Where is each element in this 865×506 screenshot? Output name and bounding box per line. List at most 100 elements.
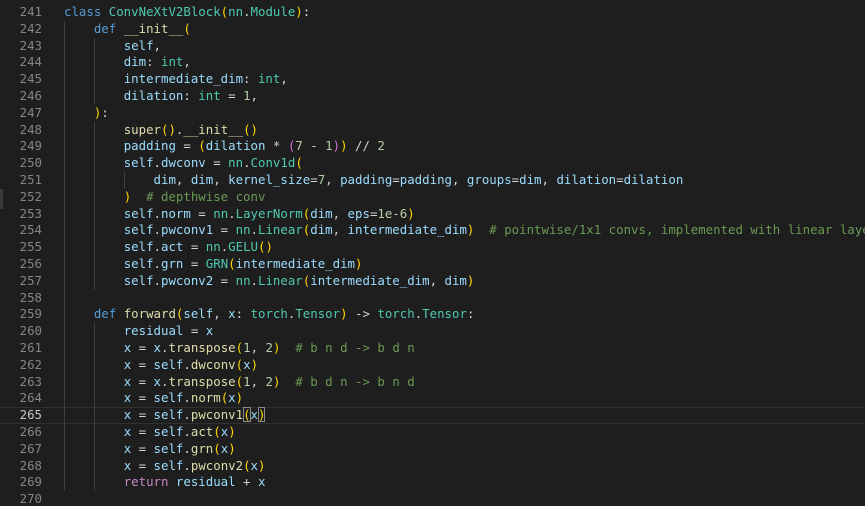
line-number: 243 [19, 37, 42, 53]
code-line[interactable]: 268 x = self.pwconv2(x) [0, 458, 865, 475]
code-token: = [616, 172, 624, 187]
code-line[interactable]: 256 self.grn = GRN(intermediate_dim) [0, 256, 865, 273]
code-token: ( [235, 373, 244, 389]
code-token: x [250, 457, 259, 473]
code-token: GRN [205, 256, 229, 271]
code-token: , [250, 340, 266, 355]
code-text[interactable]: self.pwconv2 = nn.Linear(intermediate_di… [64, 272, 475, 290]
code-line[interactable]: 270 [0, 491, 865, 506]
code-token: , [175, 172, 191, 187]
code-line[interactable]: 243 self, [0, 38, 865, 55]
code-token: self [153, 390, 184, 406]
code-text[interactable]: def __init__( [64, 21, 191, 38]
code-text[interactable]: dim, dim, kernel_size=7, padding=padding… [64, 172, 684, 189]
code-line[interactable]: 267 x = self.grn(x) [0, 441, 865, 458]
code-token: : [243, 71, 258, 87]
code-token: ( [295, 155, 303, 171]
line-number: 270 [19, 491, 42, 506]
code-token: Tensor [295, 306, 341, 322]
code-line[interactable]: 264 x = self.norm(x) [0, 390, 865, 407]
code-token: . [183, 424, 191, 439]
line-number: 258 [19, 289, 42, 305]
code-text[interactable]: self.norm = nn.LayerNorm(dim, eps=1e-6) [64, 206, 415, 223]
code-line[interactable]: 262 x = self.dwconv(x) [0, 357, 865, 374]
indent-guide [64, 20, 65, 492]
code-line[interactable]: 255 self.act = nn.GELU() [0, 239, 865, 256]
code-editor[interactable]: 241 class ConvNeXtV2Block(nn.Module): 242 … [0, 0, 865, 506]
code-line[interactable]: 257 self.pwconv2 = nn.Linear(intermediat… [0, 273, 865, 290]
code-line[interactable]: 265 x = self.pwconv1(x) [0, 407, 865, 424]
code-text[interactable]: self.dwconv = nn.Conv1d( [64, 155, 303, 172]
code-token: self [153, 407, 184, 423]
code-line[interactable]: 254 self.pwconv1 = nn.Linear(dim, interm… [0, 222, 865, 239]
code-text[interactable]: x = self.norm(x) [64, 390, 243, 407]
code-line[interactable]: 247 ): [0, 105, 865, 122]
code-token: Linear [258, 272, 303, 288]
code-text[interactable]: intermediate_dim: int, [64, 71, 288, 88]
code-token: + [235, 474, 258, 490]
code-token: 1 [243, 373, 251, 389]
code-token: return [123, 474, 176, 490]
code-text[interactable]: x = self.grn(x) [64, 441, 236, 458]
code-token: kernel_size [228, 172, 311, 187]
code-text[interactable]: dim: int, [64, 54, 191, 71]
code-line[interactable]: 258 [0, 290, 865, 307]
code-line[interactable]: 241 class ConvNeXtV2Block(nn.Module): [0, 4, 865, 21]
code-text[interactable]: self.pwconv1 = nn.Linear(dim, intermedia… [64, 222, 865, 239]
code-text[interactable]: ): [64, 105, 109, 122]
code-token: = [190, 205, 214, 221]
code-line[interactable]: 263 x = x.transpose(1, 2) # b d n -> b n… [0, 374, 865, 391]
code-line[interactable]: 260 residual = x [0, 323, 865, 340]
code-token: nn [228, 4, 244, 19]
code-line[interactable]: 269 return residual + x [0, 474, 865, 491]
code-token: . [153, 155, 161, 171]
code-token: transpose [168, 373, 236, 389]
code-line[interactable]: 259 def forward(self, x: torch.Tensor) -… [0, 306, 865, 323]
code-token: pwconv2 [190, 457, 244, 473]
code-text[interactable]: class ConvNeXtV2Block(nn.Module): [64, 4, 310, 21]
line-number: 246 [19, 88, 42, 103]
code-token: () [161, 121, 176, 137]
code-line[interactable]: 261 x = x.transpose(1, 2) # b n d -> b d… [0, 340, 865, 357]
code-line[interactable]: 251 dim, dim, kernel_size=7, padding=pad… [0, 172, 865, 189]
code-token: ( [213, 440, 221, 456]
code-token: , [183, 54, 191, 70]
code-text[interactable]: def forward(self, x: torch.Tensor) -> to… [64, 306, 475, 323]
code-text[interactable]: x = x.transpose(1, 2) # b n d -> b d n [64, 340, 415, 357]
code-token: = [175, 138, 199, 154]
code-line[interactable]: 242 def __init__( [0, 21, 865, 38]
code-line[interactable]: 244 dim: int, [0, 54, 865, 71]
code-token: 1 [325, 138, 333, 154]
code-token: = [183, 323, 206, 339]
code-token: . [228, 205, 236, 221]
code-token: x [228, 306, 236, 322]
code-token: intermediate_dim [123, 71, 244, 87]
code-line[interactable]: 266 x = self.act(x) [0, 424, 865, 441]
code-text[interactable]: x = x.transpose(1, 2) # b d n -> b n d [64, 374, 415, 391]
code-text[interactable]: self, [64, 38, 161, 55]
code-text[interactable]: x = self.act(x) [64, 424, 236, 441]
code-token: residual [123, 323, 184, 339]
code-text[interactable]: padding = (dilation * (7 - 1)) // 2 [64, 138, 385, 155]
code-token: dim [310, 205, 333, 221]
code-line[interactable]: 249 padding = (dilation * (7 - 1)) // 2 [0, 138, 865, 155]
code-token: . [183, 407, 191, 423]
code-token: : [183, 88, 199, 103]
code-line[interactable]: 245 intermediate_dim: int, [0, 71, 865, 88]
code-text[interactable]: residual = x [64, 323, 214, 340]
code-text[interactable]: self.grn = GRN(intermediate_dim) [64, 256, 363, 273]
code-token: x [228, 390, 236, 406]
code-token: ) [355, 256, 363, 271]
code-token: ( [235, 340, 244, 355]
code-line[interactable]: 250 self.dwconv = nn.Conv1d( [0, 155, 865, 172]
code-line[interactable]: 252 ) # depthwise conv [0, 189, 865, 206]
code-line[interactable]: 248 super().__init__() [0, 122, 865, 139]
code-line[interactable]: 253 self.norm = nn.LayerNorm(dim, eps=1e… [0, 206, 865, 223]
line-number: 256 [19, 256, 42, 271]
code-text[interactable]: self.act = nn.GELU() [64, 239, 273, 256]
code-token: ConvNeXtV2Block [108, 4, 221, 19]
code-line[interactable]: 246 dilation: int = 1, [0, 88, 865, 105]
code-token: padding [399, 172, 452, 187]
code-token: dim [190, 172, 214, 187]
